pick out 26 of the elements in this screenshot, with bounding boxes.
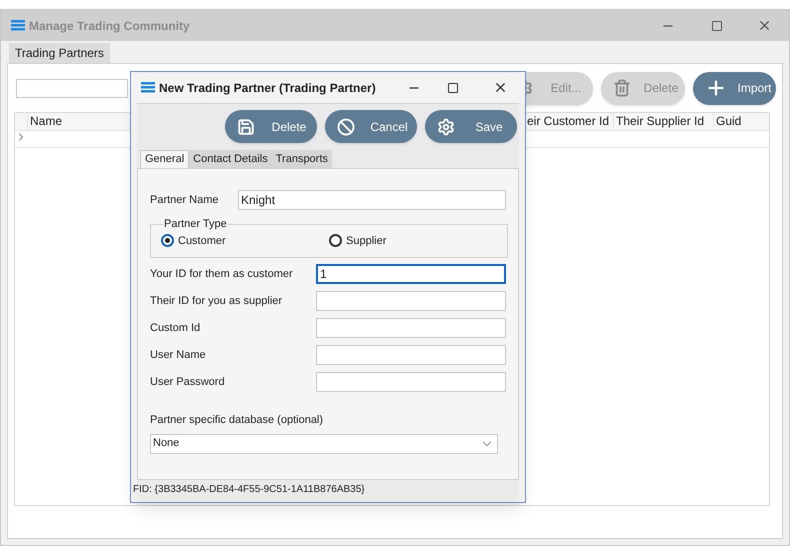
tab[interactable]: General: [140, 150, 190, 168]
group-legend: Partner Type: [163, 216, 228, 232]
input-field[interactable]: Knight: [238, 190, 506, 210]
field-label: Their ID for you as supplier: [150, 294, 282, 309]
toolbar-button[interactable]: Save: [425, 110, 517, 143]
input-field[interactable]: 1: [316, 264, 506, 284]
import-button[interactable]: Import: [693, 72, 776, 104]
field-label: Partner specific database (optional): [150, 413, 324, 428]
fid-text: FID: {3B3345BA-DE84-4F55-9C51-1A11B876AB35}: [133, 483, 366, 497]
column-header[interactable]: Their Supplier Id: [613, 113, 713, 130]
field-label: Partner Name: [150, 192, 218, 208]
toolbar-button[interactable]: Delete: [225, 110, 317, 143]
column-header[interactable]: Guid: [713, 113, 764, 130]
dialog-title: New Trading Partner (Trading Partner): [159, 80, 376, 96]
field-label: User Password: [150, 374, 225, 390]
tab[interactable]: Contact Details: [189, 150, 272, 168]
toolbar-button[interactable]: Cancel: [325, 110, 417, 143]
radio-option[interactable]: Supplier: [329, 232, 497, 249]
radio-option[interactable]: Customer: [161, 232, 329, 249]
database-dropdown[interactable]: None: [150, 434, 498, 454]
field-label: Your ID for them as customer: [150, 266, 293, 282]
field-label: User Name: [150, 348, 206, 363]
tab[interactable]: Transports: [272, 150, 332, 168]
tab[interactable]: Trading Partners: [9, 43, 110, 63]
window-title: Manage Trading Community: [29, 18, 190, 34]
field-label: Custom Id: [150, 320, 200, 336]
